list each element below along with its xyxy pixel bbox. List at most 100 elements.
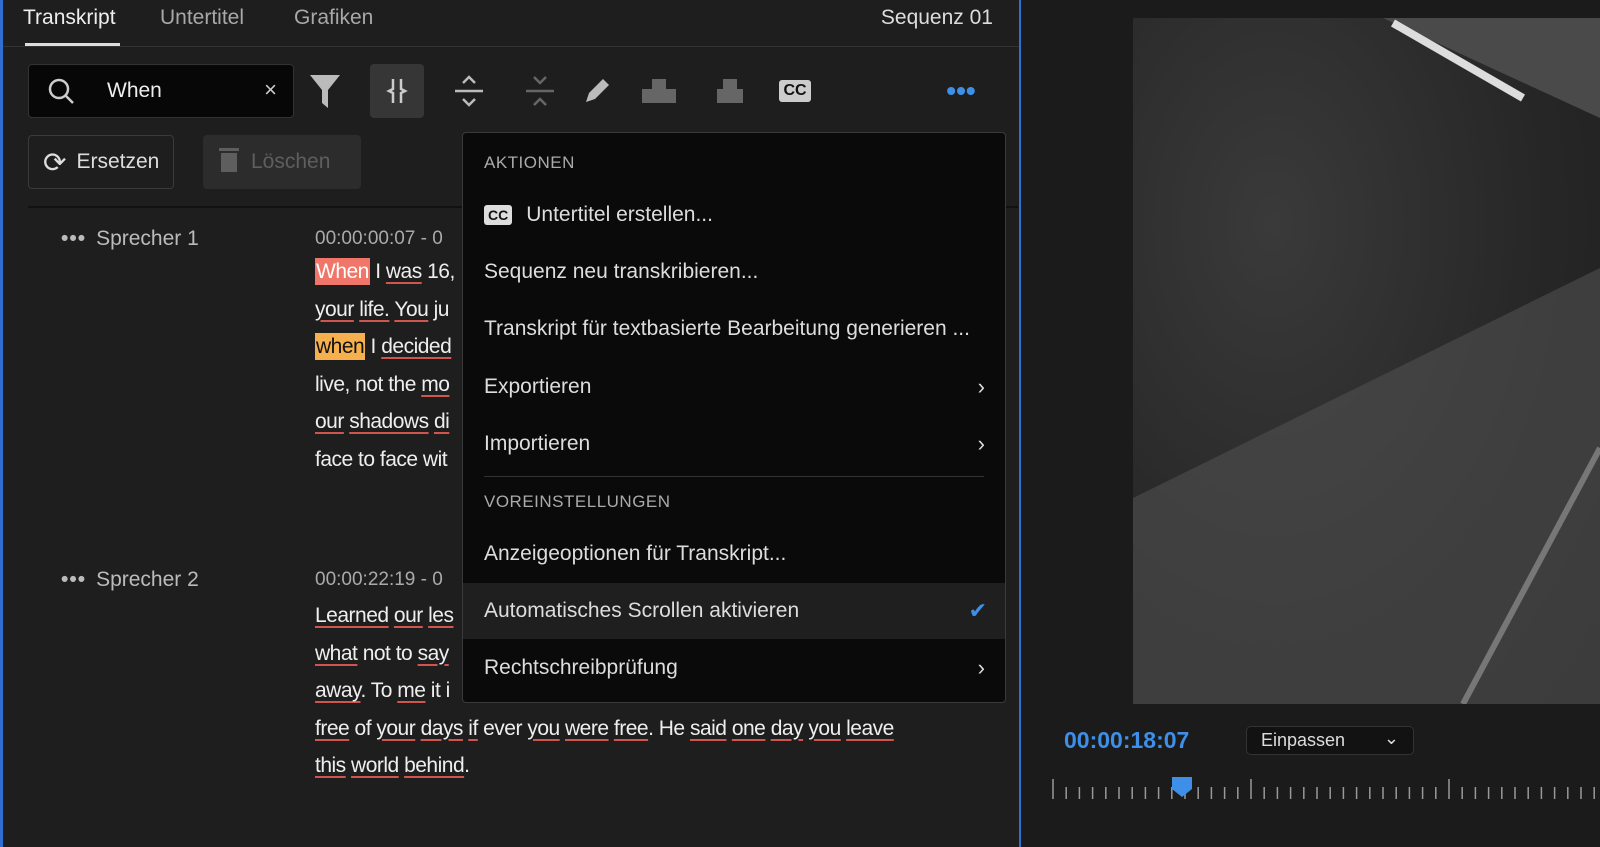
chevron-right-icon: ›: [977, 431, 985, 456]
playhead-handle[interactable]: [1172, 777, 1192, 797]
word: one: [731, 716, 766, 740]
playhead-timecode[interactable]: 00:00:18:07: [1064, 727, 1189, 754]
tab-grafiken[interactable]: Grafiken: [294, 6, 373, 30]
transcript-line[interactable]: away. To me it i: [315, 679, 450, 703]
text: not to: [357, 641, 418, 665]
word: your: [376, 716, 416, 740]
text: face to face wit: [315, 447, 448, 471]
search-hit: When: [315, 258, 370, 285]
word: di: [433, 410, 450, 433]
search-icon: [47, 77, 75, 110]
word: Learned: [315, 604, 389, 627]
word: our: [393, 604, 423, 627]
filter-icon[interactable]: [298, 64, 352, 118]
speaker-label[interactable]: ••• Sprecher 1: [61, 227, 199, 251]
menu-item-create-captions[interactable]: CC Untertitel erstellen...: [463, 187, 1005, 243]
delete-label: Löschen: [251, 150, 331, 173]
speaker-menu-icon[interactable]: •••: [61, 227, 86, 250]
program-monitor-video: [1133, 18, 1600, 704]
menu-label: Anzeigeoptionen für Transkript...: [484, 542, 787, 565]
segment-timecode: 00:00:22:19 - 0: [315, 569, 443, 590]
word: me: [397, 679, 426, 702]
menu-item-generate-transcript[interactable]: Transkript für textbasierte Bearbeitung …: [463, 301, 1005, 357]
word: your: [315, 297, 354, 321]
transcript-line[interactable]: free of your days if ever you were free.…: [315, 717, 894, 741]
text: it i: [425, 679, 451, 702]
menu-item-spellcheck[interactable]: Rechtschreibprüfung ›: [463, 640, 1005, 696]
chevron-down-icon: ⌄: [1383, 728, 1399, 748]
word: world: [351, 754, 399, 777]
delete-button[interactable]: Löschen: [203, 135, 361, 189]
search-hit: when: [315, 333, 366, 360]
word: life.: [359, 297, 390, 321]
split-icon[interactable]: [632, 64, 686, 118]
replace-button[interactable]: ⟳ Ersetzen: [28, 135, 175, 189]
menu-item-retranscribe[interactable]: Sequenz neu transkribieren...: [463, 244, 1005, 300]
chevron-right-icon: ›: [977, 374, 985, 399]
word: leave: [846, 716, 894, 740]
merge-segments-icon[interactable]: [370, 64, 424, 118]
speaker-label[interactable]: ••• Sprecher 2: [61, 568, 199, 592]
tab-transkript[interactable]: Transkript: [23, 6, 116, 30]
menu-item-export[interactable]: Exportieren ›: [463, 359, 1005, 415]
word: this: [315, 754, 346, 777]
menu-label: Importieren: [484, 432, 591, 455]
text: live, not the: [315, 372, 422, 396]
word: free: [315, 716, 350, 740]
transcript-line[interactable]: your life. You ju: [315, 298, 449, 322]
word: if: [468, 716, 478, 740]
transcript-line[interactable]: Learned our les: [315, 604, 454, 628]
text: . He: [648, 716, 690, 740]
word: you: [808, 716, 841, 740]
transcript-line[interactable]: this world behind.: [315, 754, 470, 778]
more-options-button[interactable]: •••: [934, 64, 988, 118]
clear-search-button[interactable]: ×: [264, 77, 277, 103]
word: You: [394, 297, 429, 321]
text: I: [365, 335, 382, 358]
menu-label: Rechtschreibprüfung: [484, 656, 678, 679]
transcript-line[interactable]: live, not the mo: [315, 372, 450, 397]
word: decided: [381, 335, 452, 358]
options-menu: AKTIONEN CC Untertitel erstellen... Seque…: [462, 132, 1006, 703]
word: what: [315, 641, 358, 665]
transcript-line[interactable]: what not to say: [315, 642, 449, 666]
word: shadows: [349, 410, 429, 433]
cc-icon[interactable]: CC: [768, 64, 822, 118]
menu-section-presets: VOREINSTELLUNGEN: [484, 492, 671, 511]
word: mo: [421, 372, 450, 396]
merge-icon[interactable]: [703, 64, 757, 118]
menu-item-display-options[interactable]: Anzeigeoptionen für Transkript...: [463, 526, 1005, 582]
speaker-menu-icon[interactable]: •••: [61, 568, 86, 591]
search-box[interactable]: ×: [28, 64, 294, 118]
word: you: [527, 716, 560, 740]
menu-label: Transkript für textbasierte Bearbeitung …: [484, 317, 970, 340]
speaker-name: Sprecher 1: [96, 227, 199, 250]
cc-icon: CC: [484, 205, 513, 225]
trash-icon: [217, 145, 241, 179]
segment-timecode: 00:00:00:07 - 0: [315, 228, 443, 249]
expand-icon[interactable]: [442, 64, 496, 118]
time-ruler[interactable]: [1050, 775, 1600, 805]
transcript-line[interactable]: face to face wit: [315, 447, 448, 472]
search-input[interactable]: [107, 75, 257, 107]
pencil-icon[interactable]: [570, 64, 624, 118]
word: our: [315, 410, 344, 433]
transcript-line[interactable]: When I was 16,: [315, 258, 455, 285]
word: say: [417, 641, 450, 665]
menu-label: Automatisches Scrollen aktivieren: [484, 599, 800, 622]
refresh-icon: ⟳: [43, 146, 67, 178]
menu-item-auto-scroll[interactable]: Automatisches Scrollen aktivieren ✔: [463, 583, 1005, 639]
transcript-line[interactable]: when I decided: [315, 333, 452, 360]
zoom-value: Einpassen: [1261, 730, 1346, 750]
word: free: [613, 716, 649, 740]
collapse-icon[interactable]: [513, 64, 567, 118]
tab-untertitel[interactable]: Untertitel: [160, 6, 244, 30]
word: day: [770, 716, 804, 740]
menu-item-import[interactable]: Importieren ›: [463, 416, 1005, 472]
speaker-name: Sprecher 2: [96, 568, 199, 591]
word: behind: [404, 754, 465, 777]
transcript-line[interactable]: our shadows di: [315, 410, 450, 434]
zoom-dropdown[interactable]: Einpassen ⌄: [1246, 726, 1414, 755]
menu-label: Sequenz neu transkribieren...: [484, 260, 759, 283]
replace-label: Ersetzen: [76, 150, 160, 173]
